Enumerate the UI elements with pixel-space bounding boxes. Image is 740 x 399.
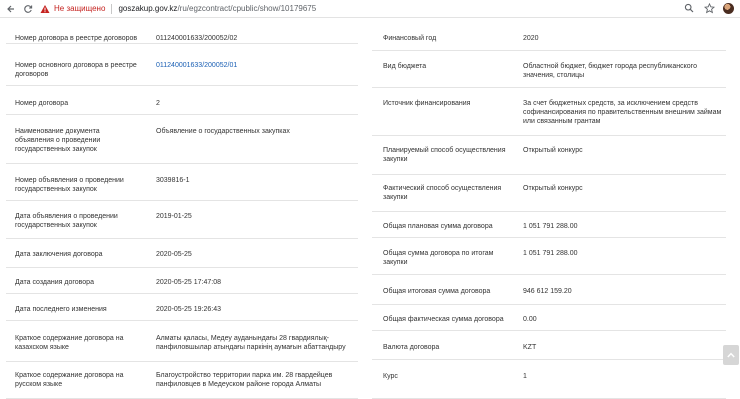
warning-triangle-icon[interactable]	[39, 3, 51, 15]
detail-row: Общая итоговая сумма договора 946 612 15…	[372, 276, 726, 305]
detail-row: Планируемый способ осуществления закупки…	[372, 137, 726, 175]
detail-row: Номер основного договора в реестре догов…	[6, 45, 358, 86]
detail-row: Наименование документа объявления о пров…	[6, 116, 358, 164]
detail-row: Номер договора 2	[6, 87, 358, 115]
address-separator	[111, 3, 113, 14]
row-label: Номер основного договора в реестре догов…	[15, 62, 137, 78]
contract-details: Номер договора в реестре договоров 01124…	[0, 22, 740, 399]
row-label: Краткое содержание договора на русском я…	[15, 372, 124, 388]
row-value: 1	[523, 373, 527, 380]
row-label: Номер договора	[15, 100, 69, 107]
row-value: Алматы қаласы, Медеу ауданындағы 28 гвар…	[156, 335, 346, 351]
url-path: /ru/egzcontract/cpublic/show/10179675	[177, 4, 317, 13]
row-value: Открытый конкурс	[523, 147, 583, 154]
row-label: Вид бюджета	[383, 63, 427, 70]
profile-avatar[interactable]	[723, 2, 734, 14]
row-label: Дата заключения договора	[15, 251, 103, 258]
row-label: Дата последнего изменения	[15, 306, 107, 313]
row-label: Общая плановая сумма договора	[383, 223, 493, 230]
row-value: Благоустройство территории парка им. 28 …	[156, 372, 333, 388]
row-value: За счет бюджетных средств, за исключение…	[523, 100, 722, 125]
row-value: KZT	[523, 344, 537, 351]
row-label: Дата объявления о проведении государстве…	[15, 213, 118, 229]
detail-row: Курс 1	[372, 361, 726, 399]
row-value: 3039816-1	[156, 177, 190, 184]
url-text[interactable]: goszakup.gov.kz/ru/egzcontract/cpublic/s…	[118, 4, 316, 13]
row-value: Открытый конкурс	[523, 185, 583, 192]
row-label: Общая фактическая сумма договора	[383, 316, 504, 323]
detail-row: Общая плановая сумма договора 1 051 791 …	[372, 213, 726, 238]
main-contract-link[interactable]: 011240001633/200052/01	[156, 61, 352, 70]
chevron-up-icon	[727, 352, 735, 358]
detail-row: Краткое содержание договора на русском я…	[6, 363, 358, 399]
detail-row: Общая сумма договора по итогам закупки 1…	[372, 239, 726, 275]
detail-row: Дата объявления о проведении государстве…	[6, 202, 358, 239]
row-label: Общая итоговая сумма договора	[383, 288, 491, 295]
row-label: Общая сумма договора по итогам закупки	[383, 250, 494, 266]
scroll-to-top-button[interactable]	[723, 345, 739, 365]
row-value: 1 051 791 288.00	[523, 250, 578, 257]
reload-icon[interactable]	[21, 2, 35, 16]
detail-row: Дата создания договора 2020-05-25 17:47:…	[6, 269, 358, 294]
detail-row: Финансовый год 2020	[372, 22, 726, 51]
detail-row: Дата последнего изменения 2020-05-25 19:…	[6, 295, 358, 321]
url-host: goszakup.gov.kz	[118, 4, 178, 13]
row-value: 1 051 791 288.00	[523, 223, 578, 230]
row-value: 2020-05-25	[156, 251, 192, 258]
bookmark-star-icon[interactable]	[703, 2, 715, 14]
row-label: Номер договора в реестре договоров	[15, 35, 138, 42]
detail-row: Дата заключения договора 2020-05-25	[6, 240, 358, 268]
row-label: Наименование документа объявления о пров…	[15, 128, 101, 153]
row-value: Объявление о государственных закупках	[156, 128, 290, 135]
detail-row: Номер договора в реестре договоров 01124…	[6, 22, 358, 44]
detail-row: Краткое содержание договора на казахском…	[6, 322, 358, 362]
detail-row: Номер объявления о проведении государств…	[6, 165, 358, 201]
row-label: Номер объявления о проведении государств…	[15, 177, 124, 193]
row-value: 2020-05-25 17:47:08	[156, 279, 221, 286]
detail-row: Источник финансирования За счет бюджетны…	[372, 89, 726, 136]
detail-row: Общая фактическая сумма договора 0.00	[372, 306, 726, 331]
row-value: 2019-01-25	[156, 213, 192, 220]
row-label: Финансовый год	[383, 35, 437, 42]
address-bar[interactable]: Не защищено goszakup.gov.kz/ru/egzcontra…	[39, 2, 316, 16]
security-label[interactable]: Не защищено	[54, 4, 105, 13]
detail-row: Фактический способ осуществления закупки…	[372, 176, 726, 212]
row-label: Планируемый способ осуществления закупки	[383, 147, 506, 163]
row-value: 2020-05-25 19:26:43	[156, 306, 221, 313]
back-arrow-icon[interactable]	[4, 2, 18, 16]
browser-toolbar: Не защищено goszakup.gov.kz/ru/egzcontra…	[0, 0, 740, 18]
detail-row: Вид бюджета Областной бюджет, бюджет гор…	[372, 52, 726, 88]
row-label: Источник финансирования	[383, 100, 471, 107]
row-label: Валюта договора	[383, 344, 440, 351]
row-value: 011240001633/200052/02	[156, 35, 238, 42]
row-label: Фактический способ осуществления закупки	[383, 185, 502, 201]
row-label: Дата создания договора	[15, 279, 94, 286]
zoom-icon[interactable]	[683, 2, 695, 14]
row-label: Краткое содержание договора на казахском…	[15, 335, 124, 351]
row-value: 2020	[523, 35, 539, 42]
row-value: 946 612 159.20	[523, 288, 572, 295]
row-value: Областной бюджет, бюджет города республи…	[523, 63, 697, 79]
detail-row: Валюта договора KZT	[372, 332, 726, 360]
row-value: 2	[156, 100, 160, 107]
row-label: Курс	[383, 373, 398, 380]
row-value: 0.00	[523, 316, 537, 323]
